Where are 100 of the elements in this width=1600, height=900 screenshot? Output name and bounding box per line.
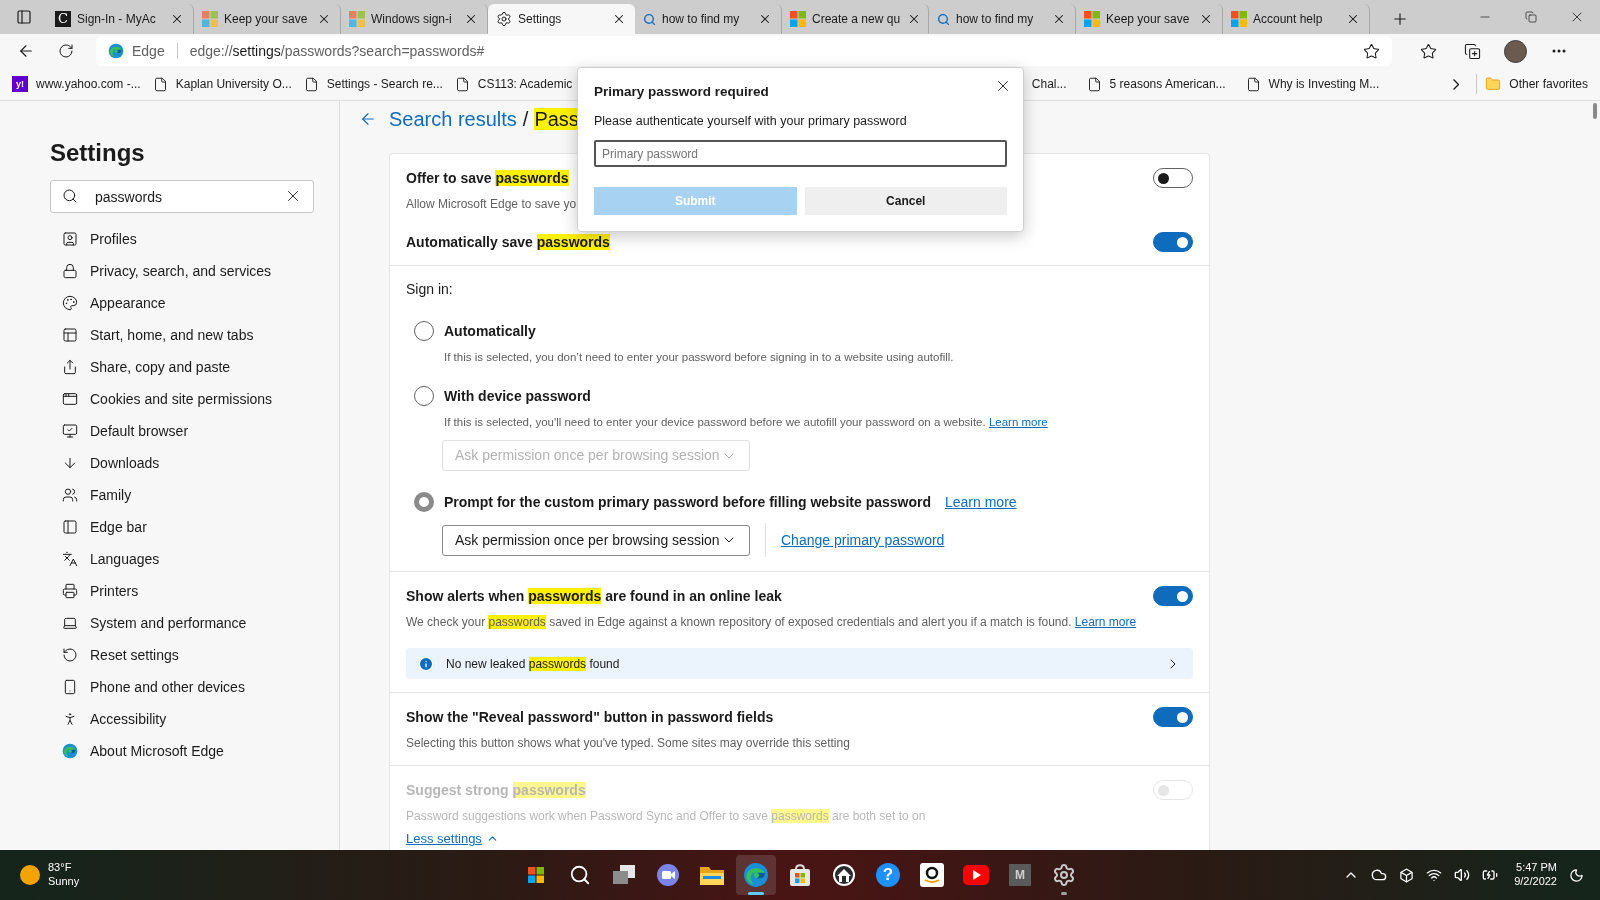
learn-more-link[interactable]: Learn more [1074, 615, 1137, 629]
menu-item-icon [62, 551, 78, 567]
cloud-icon[interactable] [1371, 867, 1388, 883]
dialog-button[interactable]: Cancel [804, 187, 1007, 215]
volume-icon[interactable] [1454, 867, 1471, 883]
sidebar-item[interactable]: System and performance [50, 607, 314, 639]
site-label: Edge [132, 41, 165, 61]
setting-title: Show the "Reveal password" button in password fields [406, 707, 774, 727]
plus-icon [1391, 10, 1409, 28]
toggle-switch[interactable] [1153, 232, 1193, 252]
close-icon [1052, 12, 1066, 26]
dropdown[interactable]: Ask permission once per browsing session [442, 524, 750, 556]
sidebar-item[interactable]: Languages [50, 543, 314, 575]
bookmark-link[interactable]: Kaplan University O... [152, 75, 292, 93]
learn-more-link[interactable]: Learn more [988, 416, 1048, 428]
sidebar-item[interactable]: Start, home, and new tabs [50, 319, 314, 351]
change-password-link[interactable]: Change primary password [781, 529, 945, 551]
address-bar[interactable]: Edge edge://settings/passwords?search=passwords# [96, 36, 1392, 66]
browser-tab[interactable]: Account help [1223, 4, 1370, 34]
taskbar-app[interactable] [736, 855, 776, 895]
restore-icon [1525, 11, 1537, 23]
browser-tab[interactable]: C Sign-In - MyAc [47, 4, 194, 34]
bookmark-link[interactable]: CS113: Academic [454, 75, 573, 93]
bookmark-link[interactable]: Why is Investing M... [1245, 75, 1380, 93]
bookmark-link[interactable]: Chal... [1031, 75, 1067, 93]
setting-title: Suggest strong passwords [406, 780, 586, 800]
close-icon [1199, 12, 1213, 26]
sidebar-item[interactable]: Printers [50, 575, 314, 607]
sidebar-item[interactable]: Cookies and site permissions [50, 383, 314, 415]
sidebar-item[interactable]: Phone and other devices [50, 671, 314, 703]
menu-item-icon [62, 231, 78, 247]
sidebar-item[interactable]: Appearance [50, 287, 314, 319]
toggle-switch[interactable] [1153, 707, 1193, 727]
battery-icon[interactable] [1482, 867, 1499, 883]
breadcrumb-separator: / [522, 107, 529, 132]
favicon-icon: C [55, 11, 71, 27]
menu-item-icon [62, 423, 78, 439]
browser-tab[interactable]: Windows sign-i [341, 4, 488, 34]
search-icon [62, 188, 78, 204]
sidebar-item[interactable]: Edge bar [50, 511, 314, 543]
help-icon: ? [876, 863, 900, 887]
sidebar-item[interactable]: Downloads [50, 447, 314, 479]
favicon-icon [1084, 11, 1100, 27]
bookmark-folder[interactable]: Other favorites [1485, 75, 1588, 93]
favicon-icon [202, 11, 218, 27]
breadcrumb-link[interactable]: Search results [389, 104, 517, 134]
toggle-switch[interactable] [1153, 586, 1193, 606]
close-icon [317, 12, 331, 26]
sidebar-item[interactable]: About Microsoft Edge [50, 735, 314, 767]
weather-widget[interactable]: 83°F Sunny [48, 861, 80, 889]
clock[interactable]: 5:47 PM 9/2/2022 [1514, 861, 1557, 889]
page-icon [1245, 76, 1261, 92]
notifications-icon[interactable] [1569, 867, 1584, 883]
browser-tab[interactable]: Create a new qu [782, 4, 929, 34]
search-icon [643, 12, 656, 26]
sidebar-item[interactable]: Profiles [50, 223, 314, 255]
menu-item-icon [62, 711, 78, 727]
app-icon: M [1009, 864, 1031, 886]
sidebar-item[interactable]: Reset settings [50, 639, 314, 671]
browser-tab[interactable]: Keep your save [194, 4, 341, 34]
url-text: edge://settings/passwords?search=passwords# [189, 41, 486, 61]
wifi-icon[interactable] [1426, 867, 1443, 883]
browser-tab[interactable]: how to find my [929, 4, 1076, 34]
star-icon [1419, 42, 1437, 60]
setting-description: Password suggestions work when Password Sync and Offer to save passwords are both set to on [406, 808, 926, 825]
sidebar-item[interactable]: Privacy, search, and services [50, 255, 314, 287]
start-icon [528, 867, 544, 883]
info-banner[interactable]: No new leaked passwords found [406, 648, 1193, 679]
dialog-title: Primary password required [594, 83, 769, 101]
less-settings-link[interactable]: Less settings [406, 829, 499, 849]
bookmark-link[interactable]: Settings - Search re... [303, 75, 443, 93]
sidebar-item[interactable]: Share, copy and paste [50, 351, 314, 383]
bookmark-link[interactable]: 5 reasons American... [1086, 75, 1226, 93]
taskbar-app[interactable]: M [1000, 855, 1040, 895]
password-field[interactable]: Primary password [594, 140, 1007, 167]
box-icon[interactable] [1399, 867, 1415, 883]
edge-logo-icon [743, 862, 769, 888]
profile-avatar[interactable] [1504, 39, 1527, 63]
dialog-message: Please authenticate yourself with your primary password [594, 113, 908, 131]
toggle-switch[interactable] [1153, 168, 1193, 188]
sidebar-item[interactable]: Accessibility [50, 703, 314, 735]
more-icon [1552, 49, 1566, 53]
browser-tab[interactable]: how to find my [635, 4, 782, 34]
browser-tab[interactable]: Settings [488, 4, 635, 34]
menu-item-icon [62, 647, 78, 663]
page-icon [152, 76, 168, 92]
radio-button[interactable] [414, 492, 434, 512]
menu-item-icon [62, 679, 78, 695]
bookmark-link[interactable]: y! www.yahoo.com -... [12, 75, 141, 93]
option-description: If this is selected, you'll need to enter your device password before we autofill your password on a website. Learn more [443, 415, 1049, 430]
browser-tab[interactable]: Keep your save [1076, 4, 1223, 34]
back-icon[interactable] [359, 110, 377, 128]
sidebar-item[interactable]: Default browser [50, 415, 314, 447]
add-favorite-icon[interactable] [1363, 42, 1380, 60]
learn-more-link[interactable]: Learn more [945, 491, 1017, 513]
search-field[interactable]: passwords [50, 180, 314, 213]
menu-item-icon [62, 359, 78, 375]
option-label: With device password [444, 386, 591, 406]
sidebar-item[interactable]: Family [50, 479, 314, 511]
menu-item-icon [62, 391, 78, 407]
